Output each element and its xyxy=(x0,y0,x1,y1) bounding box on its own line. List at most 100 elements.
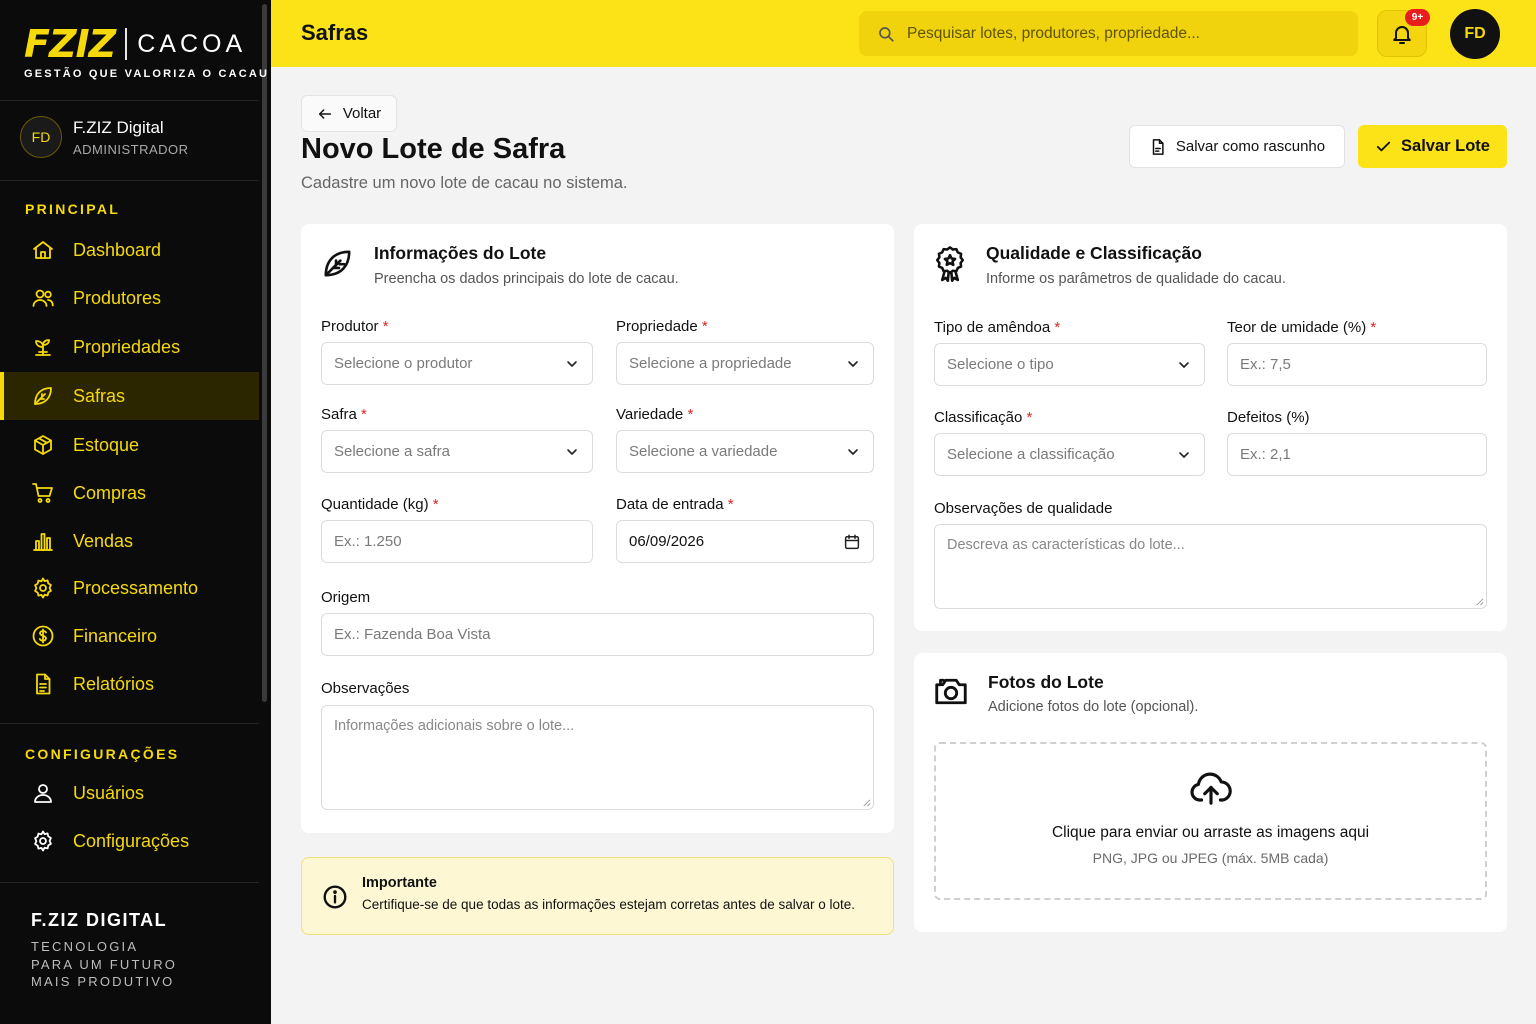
sidebar-item-usuarios[interactable]: Usuários xyxy=(0,769,259,817)
card-subtitle: Preencha os dados principais do lote de … xyxy=(374,271,679,287)
save-draft-label: Salvar como rascunho xyxy=(1175,138,1326,155)
search-input[interactable] xyxy=(907,24,1327,43)
observacoes-textarea[interactable]: Informações adicionais sobre o lote... xyxy=(321,705,874,810)
variedade-placeholder: Selecione a variedade xyxy=(629,443,778,460)
arrow-left-icon xyxy=(318,108,331,119)
sidebar-scrollbar[interactable] xyxy=(262,4,267,702)
safra-select[interactable]: Selecione a safra xyxy=(321,430,593,473)
sidebar-item-compras[interactable]: Compras xyxy=(0,469,259,517)
sidebar-item-vendas[interactable]: Vendas xyxy=(0,517,259,565)
users-icon xyxy=(32,289,54,307)
produtor-select[interactable]: Selecione o produtor xyxy=(321,342,593,385)
brand-logo[interactable]: FZIZ CACOA GESTÃO QUE VALORIZA O CACAU xyxy=(24,22,270,80)
card-subtitle: Adicione fotos do lote (opcional). xyxy=(988,699,1199,715)
footer-line: PARA UM FUTURO xyxy=(31,956,178,972)
footer-title: F.ZIZ DIGITAL xyxy=(31,910,168,930)
sidebar-item-safras[interactable]: Safras xyxy=(0,372,259,420)
propriedade-select[interactable]: Selecione a propriedade xyxy=(616,342,874,385)
divider xyxy=(0,180,259,181)
save-button[interactable]: Salvar Lote xyxy=(1358,125,1507,168)
variedade-select[interactable]: Selecione a variedade xyxy=(616,430,874,473)
origem-placeholder: Ex.: Fazenda Boa Vista xyxy=(334,626,491,643)
classificacao-placeholder: Selecione a classificação xyxy=(947,446,1115,463)
user-icon xyxy=(34,784,52,803)
topbar: Safras 9+ FD xyxy=(271,0,1536,67)
user-card[interactable]: FD F.ZIZ Digital ADMINISTRADOR xyxy=(20,116,189,158)
important-notice: Importante Certifique-se de que todas as… xyxy=(301,857,894,935)
defeitos-label: Defeitos (%) xyxy=(1227,409,1310,426)
sidebar-item-label: Compras xyxy=(73,482,147,503)
defeitos-placeholder: Ex.: 2,1 xyxy=(1240,446,1291,463)
user-name: F.ZIZ Digital xyxy=(73,118,164,137)
brand-separator xyxy=(125,28,128,60)
umidade-input[interactable]: Ex.: 7,5 xyxy=(1227,343,1487,386)
info-icon xyxy=(323,885,347,909)
photo-dropzone[interactable]: Clique para enviar ou arraste as imagens… xyxy=(934,742,1487,900)
sidebar-item-financeiro[interactable]: Financeiro xyxy=(0,612,259,660)
section-label-principal: PRINCIPAL xyxy=(25,201,121,217)
origem-input[interactable]: Ex.: Fazenda Boa Vista xyxy=(321,613,874,656)
calendar-icon[interactable] xyxy=(843,533,861,551)
classificacao-label: Classificação * xyxy=(934,409,1033,426)
gear-icon xyxy=(34,577,52,599)
sidebar-item-relatorios[interactable]: Relatórios xyxy=(0,660,259,708)
observacoes-placeholder: Informações adicionais sobre o lote... xyxy=(334,718,575,734)
notice-title: Importante xyxy=(362,875,437,891)
variedade-label: Variedade * xyxy=(616,406,694,423)
chevron-down-icon xyxy=(1179,361,1189,368)
check-icon xyxy=(1376,141,1391,152)
home-icon xyxy=(33,241,53,259)
tipo-amendoa-placeholder: Selecione o tipo xyxy=(947,356,1054,373)
obs-qualidade-textarea[interactable]: Descreva as características do lote... xyxy=(934,524,1487,609)
data-entrada-input[interactable]: 06/09/2026 xyxy=(616,520,874,563)
quantidade-input[interactable]: Ex.: 1.250 xyxy=(321,520,593,563)
cloud-upload-icon xyxy=(1190,772,1232,805)
tipo-amendoa-label: Tipo de amêndoa * xyxy=(934,319,1061,336)
resize-handle-icon[interactable] xyxy=(862,798,871,807)
divider xyxy=(0,723,259,724)
chevron-down-icon xyxy=(567,360,577,367)
card-title: Informações do Lote xyxy=(374,243,547,263)
resize-handle-icon[interactable] xyxy=(1475,597,1484,606)
camera-icon xyxy=(935,678,967,705)
sidebar-item-label: Financeiro xyxy=(73,625,158,646)
brand-name: CACOA xyxy=(137,30,247,58)
sidebar-item-processamento[interactable]: Processamento xyxy=(0,564,259,612)
data-entrada-value: 06/09/2026 xyxy=(629,533,705,550)
avatar: FD xyxy=(20,116,62,158)
sidebar-item-label: Dashboard xyxy=(73,239,162,260)
search-bar[interactable] xyxy=(859,11,1358,56)
back-button[interactable]: Voltar xyxy=(301,95,397,132)
divider xyxy=(0,100,259,101)
origem-label: Origem xyxy=(321,589,371,606)
chevron-down-icon xyxy=(567,448,577,455)
leaf-icon xyxy=(324,250,351,277)
tipo-amendoa-select[interactable]: Selecione o tipo xyxy=(934,343,1205,386)
data-entrada-label: Data de entrada * xyxy=(616,496,734,513)
chevron-down-icon xyxy=(848,448,858,455)
upload-hint: PNG, JPG ou JPEG (máx. 5MB cada) xyxy=(1092,850,1329,866)
sidebar: FZIZ CACOA GESTÃO QUE VALORIZA O CACAU F… xyxy=(0,0,271,1024)
sprout-icon xyxy=(35,339,51,356)
safra-placeholder: Selecione a safra xyxy=(334,443,450,460)
brand-logo-mark: FZIZ xyxy=(24,22,116,66)
produtor-label: Produtor * xyxy=(321,318,389,335)
quantidade-label: Quantidade (kg) * xyxy=(321,496,439,513)
footer-line: TECNOLOGIA xyxy=(31,939,139,954)
save-draft-button[interactable]: Salvar como rascunho xyxy=(1129,125,1345,168)
avatar[interactable]: FD xyxy=(1450,9,1500,59)
sidebar-item-propriedades[interactable]: Propriedades xyxy=(0,323,259,371)
sidebar-item-estoque[interactable]: Estoque xyxy=(0,421,259,469)
classificacao-select[interactable]: Selecione a classificação xyxy=(934,433,1205,476)
upload-instruction: Clique para enviar ou arraste as imagens… xyxy=(1051,824,1370,841)
qualidade-card: Qualidade e Classificação Informe os par… xyxy=(914,224,1507,631)
sidebar-item-dashboard[interactable]: Dashboard xyxy=(0,226,259,274)
umidade-placeholder: Ex.: 7,5 xyxy=(1240,356,1291,373)
sidebar-item-configuracoes[interactable]: Configurações xyxy=(0,817,259,865)
footer-line: MAIS PRODUTIVO xyxy=(31,974,175,989)
defeitos-input[interactable]: Ex.: 2,1 xyxy=(1227,433,1487,476)
sidebar-item-produtores[interactable]: Produtores xyxy=(0,274,259,322)
award-badge-icon xyxy=(935,246,965,282)
brand-tagline: GESTÃO QUE VALORIZA O CACAU xyxy=(24,68,270,80)
propriedade-placeholder: Selecione a propriedade xyxy=(629,355,792,372)
